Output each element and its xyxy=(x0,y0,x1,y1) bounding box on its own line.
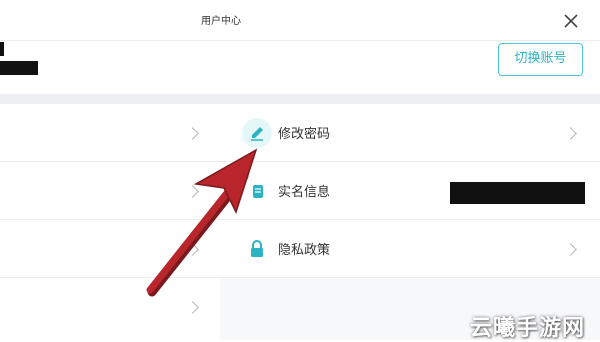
left-menu-item[interactable] xyxy=(0,162,220,220)
redacted-username xyxy=(0,61,38,75)
header-divider xyxy=(0,40,600,41)
switch-account-button[interactable]: 切换账号 xyxy=(498,43,583,76)
menu-item-label: 实名信息 xyxy=(278,185,331,200)
menu-item-privacy-policy[interactable]: 隐私政策 xyxy=(220,220,600,278)
chevron-right-icon xyxy=(564,243,577,256)
left-menu-item[interactable] xyxy=(0,278,220,336)
page-title: 用户中心 xyxy=(201,16,241,27)
chevron-right-icon xyxy=(186,127,199,140)
pencil-icon xyxy=(251,127,263,141)
redacted-info xyxy=(450,182,585,204)
section-separator xyxy=(0,94,600,104)
close-icon xyxy=(564,14,578,28)
menu-item-change-password[interactable]: 修改密码 xyxy=(220,104,600,162)
menu-item-label: 隐私政策 xyxy=(278,243,331,258)
left-menu-item[interactable] xyxy=(0,220,220,278)
watermark-text: 云曦手游网 xyxy=(470,316,586,341)
chevron-right-icon xyxy=(186,243,199,256)
left-menu-item[interactable] xyxy=(0,104,220,162)
redacted-mark xyxy=(0,42,4,56)
chevron-right-icon xyxy=(186,301,199,314)
icon-badge xyxy=(242,118,272,148)
chevron-right-icon xyxy=(186,185,199,198)
close-button[interactable] xyxy=(560,10,582,32)
lock-icon xyxy=(251,240,263,257)
menu-item-label: 修改密码 xyxy=(278,127,331,142)
icon-badge xyxy=(242,234,272,264)
chevron-right-icon xyxy=(564,127,577,140)
id-card-icon xyxy=(253,185,263,198)
icon-badge xyxy=(242,176,272,206)
